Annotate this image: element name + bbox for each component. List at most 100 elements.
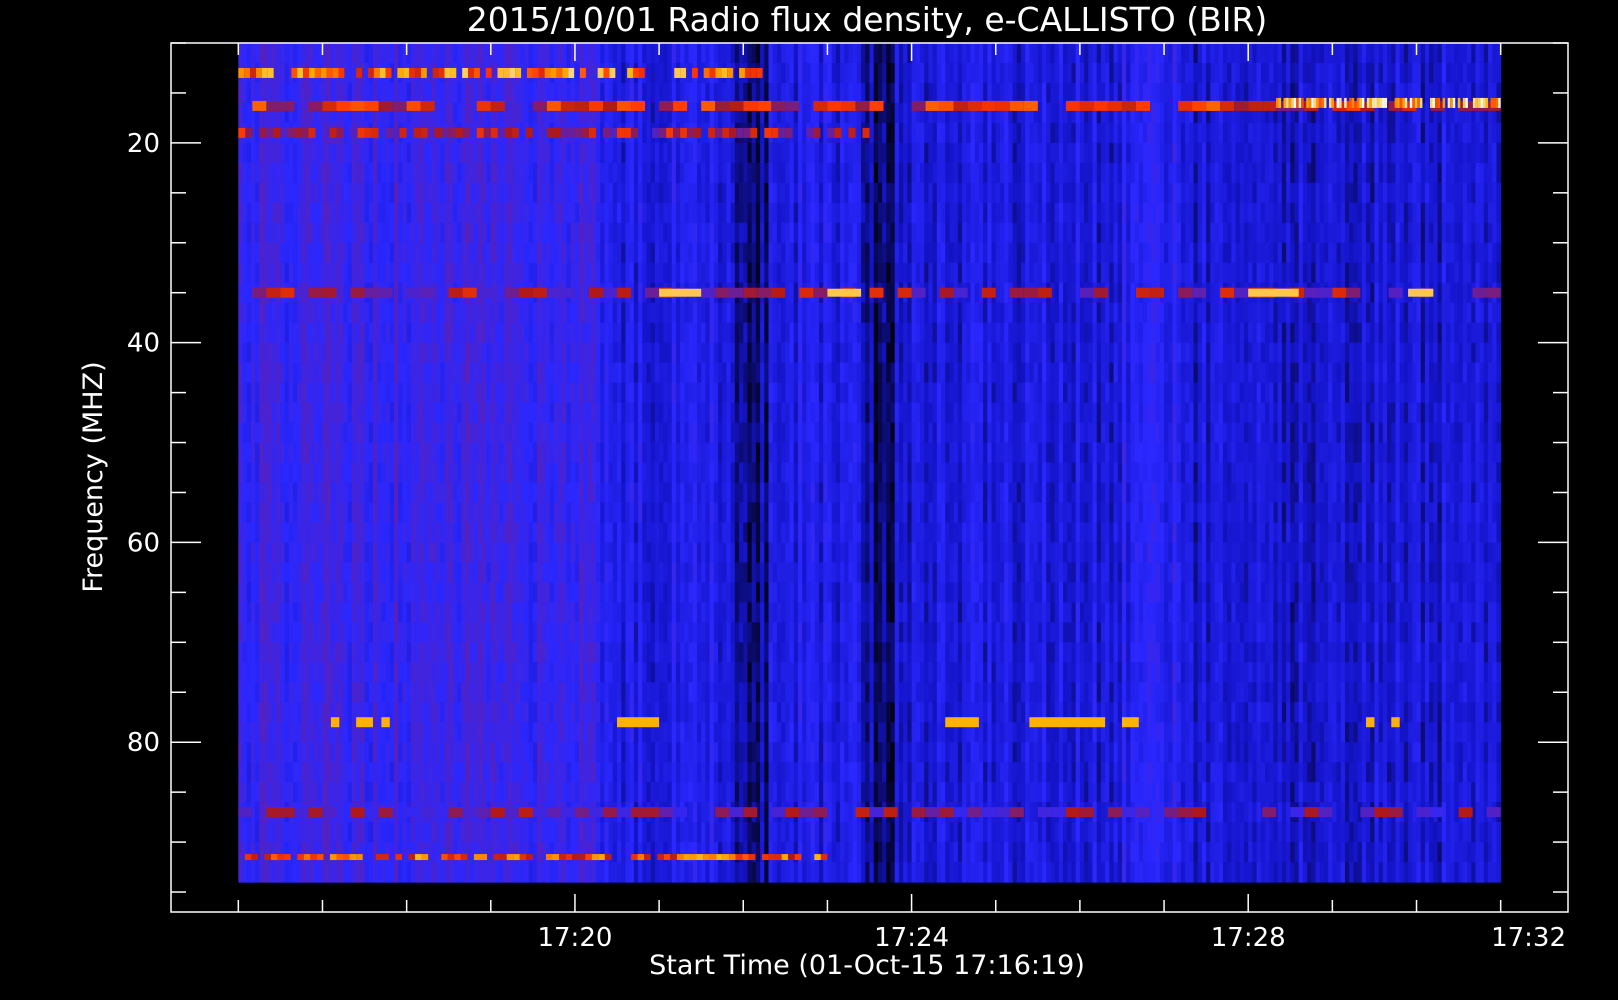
heatmap-cell (242, 142, 248, 164)
heatmap-cell (469, 142, 475, 164)
heatmap-cell (238, 222, 244, 244)
heatmap-cell (381, 82, 387, 104)
heatmap-cell (276, 182, 282, 204)
heatmap-cell (574, 662, 580, 683)
heatmap-cell (469, 702, 475, 723)
heatmap-cell (524, 862, 530, 883)
heatmap-cell (276, 62, 282, 84)
heatmap-cell (499, 402, 505, 424)
heatmap-cell (495, 162, 500, 184)
heatmap-cell (600, 402, 606, 424)
heatmap-cell (377, 342, 382, 364)
heatmap-cell (642, 422, 648, 444)
heatmap-cell (671, 82, 677, 104)
heatmap-cell (406, 342, 412, 364)
heatmap-cell (423, 722, 429, 743)
heatmap-cell (406, 682, 412, 703)
heatmap-cell (330, 82, 336, 104)
heatmap-cell (461, 582, 467, 603)
heatmap-cell (730, 502, 736, 524)
heatmap-cell (457, 442, 462, 464)
heatmap-cell (684, 622, 690, 643)
heatmap-cell (532, 762, 538, 783)
heatmap-cell (440, 142, 446, 164)
heatmap-cell (629, 342, 635, 364)
heatmap-cell (722, 562, 728, 583)
heatmap-cell (347, 682, 353, 703)
heatmap-cell (587, 142, 593, 164)
heatmap-cell (629, 182, 635, 204)
heatmap-cell (625, 622, 631, 643)
heatmap-cell (473, 702, 479, 723)
heatmap-cell (638, 662, 643, 683)
heatmap-cell (440, 502, 446, 524)
heatmap-cell (394, 382, 399, 404)
heatmap-cell (238, 502, 244, 524)
heatmap-cell (284, 322, 290, 344)
heatmap-cell (612, 762, 618, 783)
heatmap-cell (356, 262, 361, 284)
heatmap-cell (452, 162, 458, 184)
heatmap-cell (351, 522, 357, 544)
heatmap-cell (516, 642, 521, 663)
heatmap-cell (381, 602, 387, 623)
heatmap-cell (457, 522, 462, 544)
heatmap-cell (730, 302, 736, 324)
heatmap-cell (633, 482, 639, 504)
heatmap-cell (650, 382, 656, 404)
heatmap-cell (415, 162, 420, 184)
heatmap-cell (545, 522, 551, 544)
heatmap-cell (591, 482, 597, 504)
heatmap-cell (305, 702, 311, 723)
heatmap-cell (427, 462, 433, 484)
heatmap-cell (612, 262, 618, 284)
heatmap-cell (473, 242, 479, 264)
heatmap-cell (734, 202, 740, 224)
heatmap-cell (326, 442, 332, 464)
heatmap-cell (284, 142, 290, 164)
heatmap-cell (415, 502, 420, 524)
heatmap-cell (406, 542, 412, 564)
heatmap-cell (734, 822, 740, 843)
heatmap-cell (351, 602, 357, 623)
heatmap-cell (696, 482, 702, 504)
heatmap-cell (604, 382, 610, 404)
heatmap-cell (394, 562, 399, 583)
heatmap-cell (259, 482, 265, 504)
heatmap-cell (675, 262, 681, 284)
heatmap-cell (499, 782, 505, 803)
heatmap-cell (633, 242, 639, 264)
heatmap-cell (537, 182, 542, 204)
heatmap-cell (591, 242, 597, 264)
heatmap-cell (528, 862, 534, 883)
heatmap-cell (617, 822, 622, 843)
heatmap-cell (293, 202, 298, 224)
heatmap-cell (389, 82, 395, 104)
heatmap-cell (309, 382, 315, 404)
heatmap-cell (482, 222, 488, 244)
heatmap-cell (587, 442, 593, 464)
heatmap-cell (398, 762, 404, 783)
heatmap-cell (255, 382, 260, 404)
heatmap-cell (591, 362, 597, 384)
heatmap-cell (587, 602, 593, 623)
heatmap-cell (705, 802, 711, 823)
heatmap-cell (427, 562, 433, 583)
heatmap-cell (368, 182, 374, 204)
heatmap-cell (267, 82, 273, 104)
heatmap-cell (629, 462, 635, 484)
heatmap-cell (692, 602, 698, 623)
heatmap-cell (322, 422, 328, 444)
heatmap-cell (389, 622, 395, 643)
heatmap-cell (583, 362, 589, 384)
heatmap-cell (718, 222, 723, 244)
heatmap-cell (305, 582, 311, 603)
heatmap-cell (343, 502, 349, 524)
heatmap-cell (595, 662, 601, 683)
heatmap-cell (381, 142, 387, 164)
spectrogram-heatmap (238, 43, 1502, 883)
heatmap-cell (448, 742, 454, 763)
heatmap-cell (705, 382, 711, 404)
heatmap-cell (293, 662, 298, 683)
heatmap-cell (646, 462, 652, 484)
